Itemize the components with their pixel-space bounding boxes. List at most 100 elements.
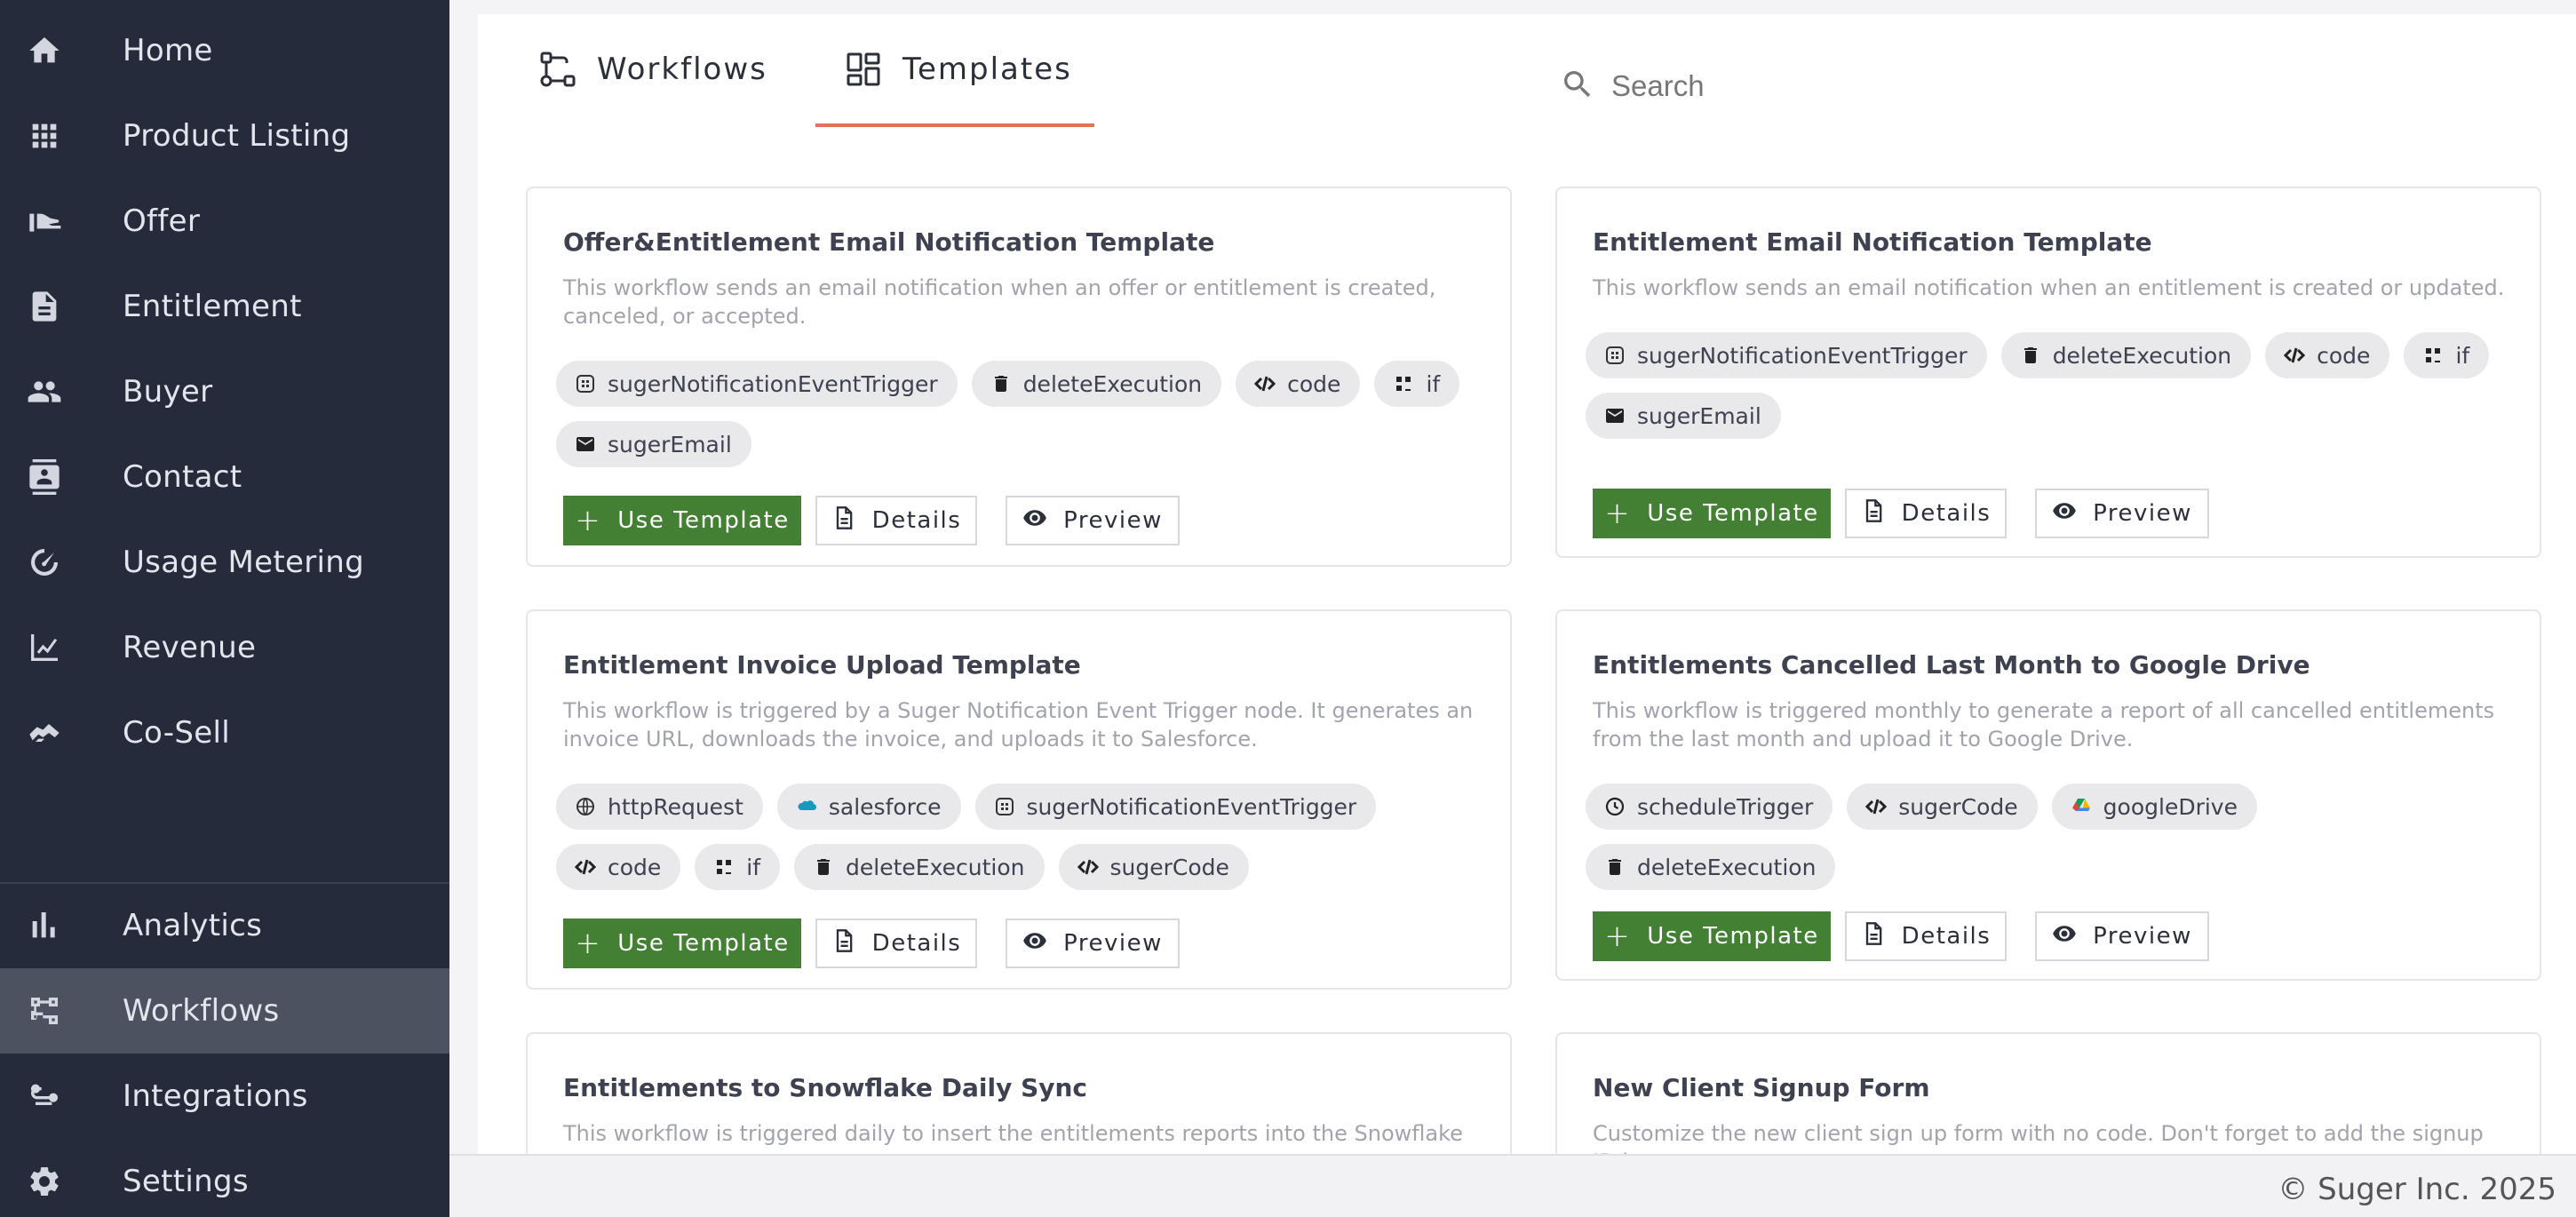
node-chip: deleteExecution: [1586, 844, 1836, 890]
plus-icon: +: [1604, 919, 1632, 954]
node-chip-label: scheduleTrigger: [1637, 793, 1814, 820]
plus-icon: +: [1604, 496, 1632, 531]
google-drive-icon: [2070, 795, 2093, 818]
tab-label: Workflows: [597, 52, 767, 87]
search-bar[interactable]: [1560, 62, 2144, 110]
tab-templates[interactable]: Templates: [844, 50, 1072, 130]
sidebar-item-analytics[interactable]: Analytics: [0, 883, 449, 968]
sidebar-item-label: Co-Sell: [123, 715, 230, 751]
eye-icon: [2052, 921, 2093, 952]
template-title: Entitlement Invoice Upload Template: [563, 650, 1081, 680]
document-icon: [1861, 921, 1902, 952]
sidebar-item-settings[interactable]: Settings: [0, 1139, 449, 1217]
node-chip: code: [2265, 332, 2390, 378]
code-icon: [1253, 372, 1276, 395]
use-template-button[interactable]: + Use Template: [563, 496, 801, 545]
preview-label: Preview: [2093, 923, 2192, 950]
sidebar-item-revenue[interactable]: Revenue: [0, 605, 449, 690]
node-chip: sugerCode: [1847, 783, 2038, 830]
details-button[interactable]: Details: [1845, 489, 2007, 538]
tab-workflows[interactable]: Workflows: [538, 50, 767, 130]
preview-button[interactable]: Preview: [2035, 489, 2209, 538]
home-icon: [25, 33, 64, 68]
search-input[interactable]: [1611, 69, 2144, 103]
preview-label: Preview: [1063, 930, 1163, 957]
hand-offer-icon: [25, 203, 64, 239]
details-button[interactable]: Details: [1845, 911, 2007, 961]
node-chips: sugerNotificationEventTrigger deleteExecu…: [556, 361, 1498, 481]
template-title: New Client Signup Form: [1593, 1073, 1930, 1102]
sidebar-item-entitlement[interactable]: Entitlement: [0, 264, 449, 349]
preview-button[interactable]: Preview: [2035, 911, 2209, 961]
template-description: This workflow is triggered monthly to ge…: [1593, 698, 2495, 752]
sidebar-item-label: Entitlement: [123, 289, 302, 324]
sidebar-item-integrations[interactable]: Integrations: [0, 1054, 449, 1139]
sidebar-item-buyer[interactable]: Buyer: [0, 349, 449, 434]
eye-icon: [1022, 505, 1063, 537]
code-icon: [574, 855, 597, 879]
details-label: Details: [871, 507, 962, 534]
sidebar-item-label: Settings: [123, 1164, 249, 1199]
sidebar-item-workflows[interactable]: Workflows: [0, 968, 449, 1054]
node-chip: googleDrive: [2051, 783, 2257, 830]
details-label: Details: [1901, 923, 1992, 950]
node-chip: httpRequest: [556, 783, 763, 830]
bar-chart-icon: [25, 908, 64, 943]
details-button[interactable]: Details: [815, 919, 977, 968]
grid-icon: [25, 118, 64, 154]
sidebar-item-label: Contact: [123, 459, 242, 495]
card-actions: + Use Template Details Preview: [1593, 489, 2209, 538]
node-chip: deleteExecution: [794, 844, 1045, 890]
sidebar-item-co-sell[interactable]: Co-Sell: [0, 690, 449, 776]
copyright-text: © Suger Inc. 2025: [2278, 1172, 2556, 1207]
preview-button[interactable]: Preview: [1006, 496, 1180, 545]
if-icon: [1392, 372, 1415, 395]
template-description: Customize the new client sign up form wi…: [1593, 1121, 2484, 1154]
tabs-bar: Workflows Templates: [478, 14, 2576, 128]
sidebar-item-home[interactable]: Home: [0, 8, 449, 93]
template-description: This workflow sends an email notificatio…: [1593, 275, 2505, 300]
templates-grid: Offer&Entitlement Email Notification Tem…: [478, 128, 2576, 1154]
node-chip-label: deleteExecution: [2052, 342, 2232, 369]
node-chip-label: if: [1426, 370, 1441, 397]
sidebar-item-label: Analytics: [123, 908, 263, 943]
use-template-button[interactable]: + Use Template: [1593, 911, 1831, 961]
sidebar-item-usage-metering[interactable]: Usage Metering: [0, 520, 449, 605]
node-chip-label: if: [746, 854, 761, 880]
node-chip-label: if: [2455, 342, 2470, 369]
node-chip: salesforce: [776, 783, 961, 830]
template-card: Entitlement Invoice Upload Template This …: [526, 609, 1512, 990]
salesforce-cloud-icon: [795, 795, 818, 818]
node-chip-label: sugerEmail: [608, 431, 732, 457]
use-template-button[interactable]: + Use Template: [1593, 489, 1831, 538]
node-chip: sugerEmail: [1586, 393, 1781, 439]
suger-trigger-icon: [574, 372, 597, 395]
node-chip: if: [1374, 361, 1460, 407]
suger-trigger-icon: [1603, 344, 1626, 367]
card-actions: + Use Template Details Preview: [563, 496, 1180, 545]
use-template-button[interactable]: + Use Template: [563, 919, 801, 968]
node-chip-label: sugerCode: [1109, 854, 1229, 880]
sidebar-item-contact[interactable]: Contact: [0, 434, 449, 520]
node-chip: sugerCode: [1058, 844, 1249, 890]
clock-icon: [1603, 795, 1626, 818]
use-template-label: Use Template: [617, 930, 790, 957]
node-chip: deleteExecution: [971, 361, 1222, 407]
node-chip-label: sugerNotificationEventTrigger: [1637, 342, 1968, 369]
node-chips: httpRequest salesforce sugerNotificationEv…: [556, 783, 1498, 904]
node-chip-label: code: [2317, 342, 2371, 369]
use-template-label: Use Template: [617, 507, 790, 534]
template-title: Entitlement Email Notification Template: [1593, 227, 2152, 257]
details-button[interactable]: Details: [815, 496, 977, 545]
node-chip-label: googleDrive: [2103, 793, 2238, 820]
node-chip-label: httpRequest: [608, 793, 743, 820]
preview-label: Preview: [2093, 500, 2192, 527]
node-chips: scheduleTrigger sugerCode googleDrive delet…: [1586, 783, 2527, 904]
sidebar-item-offer[interactable]: Offer: [0, 179, 449, 264]
node-chip: if: [2404, 332, 2490, 378]
sidebar-item-label: Home: [123, 33, 213, 68]
sidebar-item-product-listing[interactable]: Product Listing: [0, 93, 449, 179]
node-chip-label: deleteExecution: [846, 854, 1025, 880]
preview-button[interactable]: Preview: [1006, 919, 1180, 968]
card-actions: + Use Template Details Preview: [1593, 911, 2209, 961]
